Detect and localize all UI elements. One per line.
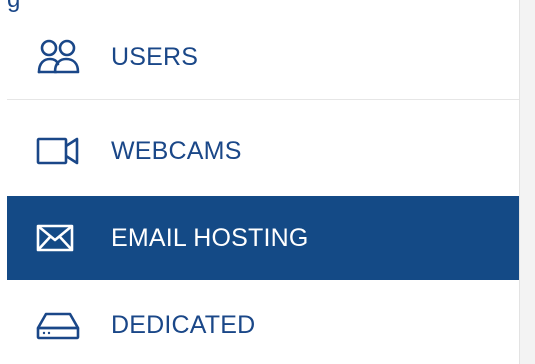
sidebar-item-label: EMAIL HOSTING [111,223,309,252]
sidebar-item-label: USERS [111,42,199,71]
content-panel-edge [519,0,535,364]
server-drive-icon [35,305,81,345]
sidebar-item-dedicated[interactable]: DEDICATED [7,283,519,364]
sidebar-item-users[interactable]: USERS [7,15,519,99]
sidebar-item-email-hosting[interactable]: EMAIL HOSTING [7,196,519,280]
sidebar-menu: g USERS WEBCAM [0,0,519,364]
cut-off-text: g [7,0,20,14]
webcam-icon [35,131,81,171]
sidebar-item-webcams[interactable]: WEBCAMS [7,109,519,193]
divider [7,99,519,100]
sidebar-item-label: DEDICATED [111,310,256,339]
users-icon [35,37,81,77]
sidebar-item-label: WEBCAMS [111,136,242,165]
page: g USERS WEBCAM [0,0,535,364]
envelope-icon [35,218,81,258]
